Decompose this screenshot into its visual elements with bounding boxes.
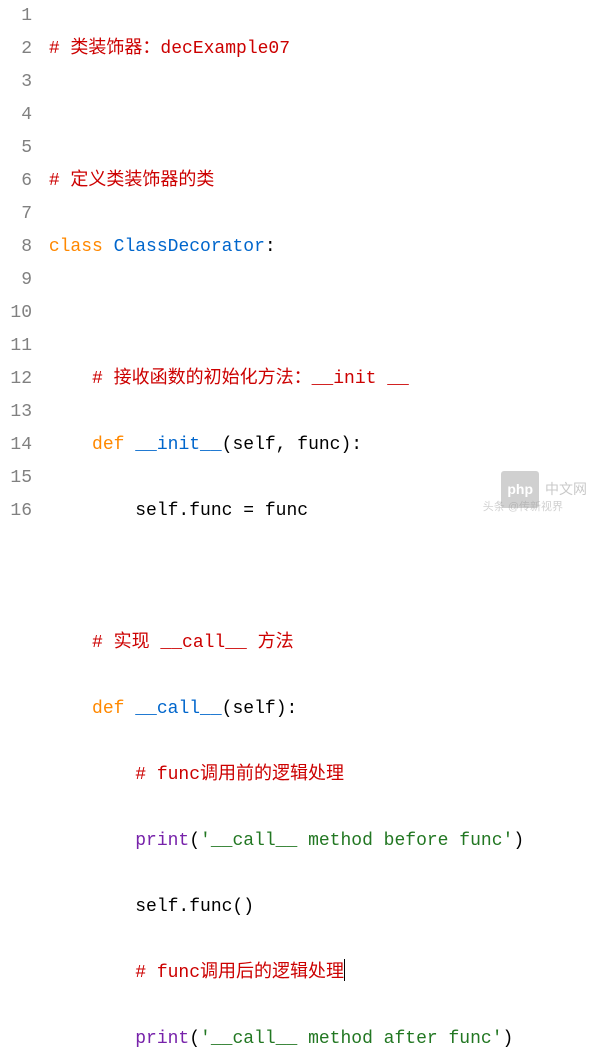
code-line: # 类装饰器：decExample07 — [38, 33, 601, 66]
code-line: def __init__(self, func): — [38, 429, 601, 462]
code-editor: 1 2 3 4 5 6 7 8 9 10 11 12 13 14 15 16 #… — [0, 0, 601, 528]
comment: # func调用后的逻辑处理 — [135, 963, 344, 983]
code-line: # func调用前的逻辑处理 — [38, 759, 601, 792]
line-number: 10 — [0, 297, 32, 330]
code-line: print('__call__ method before func') — [38, 825, 601, 858]
line-number: 15 — [0, 462, 32, 495]
punct: : — [265, 237, 276, 257]
comment: # 定义类装饰器的类 — [49, 171, 215, 191]
line-number: 2 — [0, 33, 32, 66]
punct: ) — [513, 831, 524, 851]
params: self, func — [232, 435, 340, 455]
code-line — [38, 297, 601, 330]
builtin-print: print — [135, 831, 189, 851]
code-line — [38, 99, 601, 132]
keyword-def: def — [92, 699, 124, 719]
line-number: 4 — [0, 99, 32, 132]
punct: ): — [341, 435, 363, 455]
code-line — [38, 561, 601, 594]
watermark-sub: 头条 @传新视界 — [483, 491, 563, 524]
params: self — [232, 699, 275, 719]
code-line: print('__call__ method after func') — [38, 1023, 601, 1056]
comment: # 实现 __call__ 方法 — [92, 633, 294, 653]
line-number: 9 — [0, 264, 32, 297]
code-line: # func调用后的逻辑处理 — [38, 957, 601, 990]
code-line: # 定义类装饰器的类 — [38, 165, 601, 198]
code-line: # 实现 __call__ 方法 — [38, 627, 601, 660]
line-number: 3 — [0, 66, 32, 99]
line-number: 12 — [0, 363, 32, 396]
keyword-class: class — [49, 237, 103, 257]
punct: ( — [189, 1029, 200, 1049]
text-cursor — [344, 959, 345, 981]
punct: ( — [222, 699, 233, 719]
func-name: __call__ — [135, 699, 221, 719]
func-name: __init__ — [135, 435, 221, 455]
punct: ) — [503, 1029, 514, 1049]
punct: ( — [189, 831, 200, 851]
code-area: # 类装饰器：decExample07 # 定义类装饰器的类 class Cla… — [38, 0, 601, 528]
string-literal: '__call__ method after func' — [200, 1029, 502, 1049]
code-text: self.func = func — [135, 501, 308, 521]
comment: # 接收函数的初始化方法：__init __ — [92, 369, 409, 389]
punct: ): — [276, 699, 298, 719]
keyword-def: def — [92, 435, 124, 455]
line-number: 13 — [0, 396, 32, 429]
code-line: self.func() — [38, 891, 601, 924]
comment: # 类装饰器：decExample07 — [49, 39, 290, 59]
line-number: 11 — [0, 330, 32, 363]
line-number: 7 — [0, 198, 32, 231]
code-line: class ClassDecorator: — [38, 231, 601, 264]
line-number: 1 — [0, 0, 32, 33]
builtin-print: print — [135, 1029, 189, 1049]
line-number-gutter: 1 2 3 4 5 6 7 8 9 10 11 12 13 14 15 16 — [0, 0, 38, 528]
line-number: 16 — [0, 495, 32, 528]
class-name: ClassDecorator — [114, 237, 265, 257]
line-number: 5 — [0, 132, 32, 165]
line-number: 14 — [0, 429, 32, 462]
punct: ( — [222, 435, 233, 455]
code-line: def __call__(self): — [38, 693, 601, 726]
line-number: 6 — [0, 165, 32, 198]
comment: # func调用前的逻辑处理 — [135, 765, 344, 785]
code-line: # 接收函数的初始化方法：__init __ — [38, 363, 601, 396]
line-number: 8 — [0, 231, 32, 264]
string-literal: '__call__ method before func' — [200, 831, 513, 851]
code-text: self.func() — [135, 897, 254, 917]
